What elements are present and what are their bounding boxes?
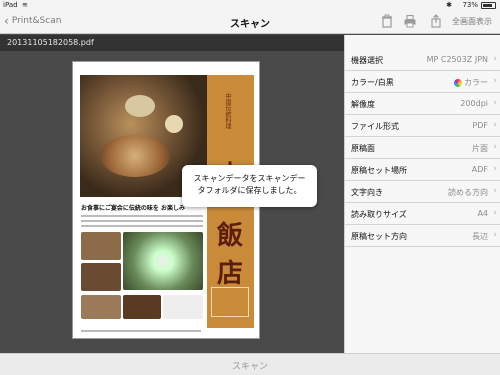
chevron-right-icon: ›: [493, 142, 497, 152]
setting-label: 読み取りサイズ: [351, 210, 407, 219]
chevron-right-icon: ›: [493, 230, 497, 240]
text-line: [81, 220, 203, 222]
intro-text: お食事にご宴会に伝統の味を お楽しみ: [81, 203, 203, 230]
toast-line: スキャンデータをスキャンデー: [193, 174, 306, 183]
scan-button-label: スキャン: [231, 362, 268, 372]
dish-photo: [123, 232, 203, 290]
setting-label: 原稿セット場所: [351, 166, 407, 175]
setting-value: ADF: [471, 165, 488, 174]
chevron-right-icon: ›: [493, 54, 497, 64]
saved-toast: スキャンデータをスキャンデー タフォルダに保存しました。: [182, 165, 317, 207]
setting-row-resolution[interactable]: 解像度 200dpi ›: [345, 93, 500, 115]
setting-row-file-format[interactable]: ファイル形式 PDF ›: [345, 115, 500, 137]
file-name: 20131105182058.pdf: [7, 38, 94, 47]
share-icon[interactable]: [429, 14, 443, 28]
text-line: [81, 225, 203, 227]
color-wheel-icon: [454, 78, 462, 87]
dish-photo: [163, 295, 203, 319]
setting-label: 原稿面: [351, 144, 375, 153]
text-line: [81, 215, 203, 217]
banner-char: 店: [216, 259, 243, 289]
back-button[interactable]: ‹ Print&Scan: [4, 15, 61, 27]
setting-value: MP C2503Z JPN: [426, 55, 488, 64]
banner-subtitle: 中国伝統料理: [224, 93, 231, 129]
setting-label: 文字向き: [351, 188, 383, 197]
setting-row-feed-direction[interactable]: 原稿セット方向 長辺 ›: [345, 225, 500, 247]
text-line: [81, 330, 201, 332]
toast-line: タフォルダに保存しました。: [197, 186, 302, 195]
dish-photo: [81, 295, 121, 319]
chevron-right-icon: ›: [493, 76, 497, 86]
page-title: スキャン: [230, 19, 270, 30]
setting-value: 長辺: [472, 232, 488, 241]
setting-row-scan-size[interactable]: 読み取りサイズ A4 ›: [345, 203, 500, 225]
setting-label: 原稿セット方向: [351, 232, 407, 241]
printer-icon[interactable]: [403, 14, 417, 28]
plate-shape: [100, 135, 170, 177]
chevron-right-icon: ›: [493, 164, 497, 174]
back-label: Print&Scan: [11, 16, 62, 26]
setting-label: 機器選択: [351, 56, 383, 65]
chevron-right-icon: ›: [493, 98, 497, 108]
trash-icon[interactable]: [380, 14, 394, 28]
chevron-left-icon: ‹: [4, 14, 9, 28]
map-box: [211, 287, 249, 317]
wifi-icon: ≋: [22, 1, 28, 9]
bluetooth-icon: ✱: [446, 1, 452, 9]
file-header: 20131105182058.pdf: [0, 35, 344, 51]
setting-value: 読める方向: [448, 188, 488, 197]
chevron-right-icon: ›: [493, 208, 497, 218]
chevron-right-icon: ›: [493, 120, 497, 130]
setting-row-orientation[interactable]: 文字向き 読める方向 ›: [345, 181, 500, 203]
setting-value: 200dpi: [460, 99, 488, 108]
dish-photo: [81, 232, 121, 260]
setting-value: 片面: [472, 144, 488, 153]
setting-row-feed-location[interactable]: 原稿セット場所 ADF ›: [345, 159, 500, 181]
status-bar: iPad ≋ ✱ 73%: [0, 0, 500, 11]
fullscreen-button[interactable]: 全画面表示: [452, 16, 492, 27]
setting-label: カラー/白黒: [351, 78, 394, 87]
photo-grid: [81, 232, 203, 327]
setting-row-sides[interactable]: 原稿面 片面 ›: [345, 137, 500, 159]
setting-value: PDF: [472, 121, 488, 130]
document-preview[interactable]: 中国伝統料理 本 飯 店 お食事にご宴会に伝統の味を お楽しみ スキャンデータを…: [0, 51, 344, 353]
food-shape: [165, 115, 183, 133]
scan-button[interactable]: スキャン: [0, 353, 500, 375]
setting-value-wrap: カラー: [454, 77, 488, 88]
setting-value: カラー: [464, 78, 488, 87]
dish-photo: [81, 263, 121, 291]
food-shape: [125, 95, 155, 117]
scan-settings-panel: 機器選択 MP C2503Z JPN › カラー/白黒 カラー › 解像度 20…: [344, 35, 500, 353]
carrier-label: iPad: [3, 1, 18, 9]
setting-row-color[interactable]: カラー/白黒 カラー ›: [345, 71, 500, 93]
banner-char: 飯: [216, 221, 243, 251]
navigation-bar: ‹ Print&Scan スキャン 全画面表示: [0, 11, 500, 34]
battery-icon: [481, 2, 496, 9]
setting-label: 解像度: [351, 100, 375, 109]
battery-percentage: 73%: [462, 1, 478, 9]
chevron-right-icon: ›: [493, 186, 497, 196]
dish-photo: [123, 295, 161, 319]
setting-value: A4: [477, 209, 488, 218]
setting-label: ファイル形式: [351, 122, 399, 131]
setting-row-device[interactable]: 機器選択 MP C2503Z JPN ›: [345, 49, 500, 71]
